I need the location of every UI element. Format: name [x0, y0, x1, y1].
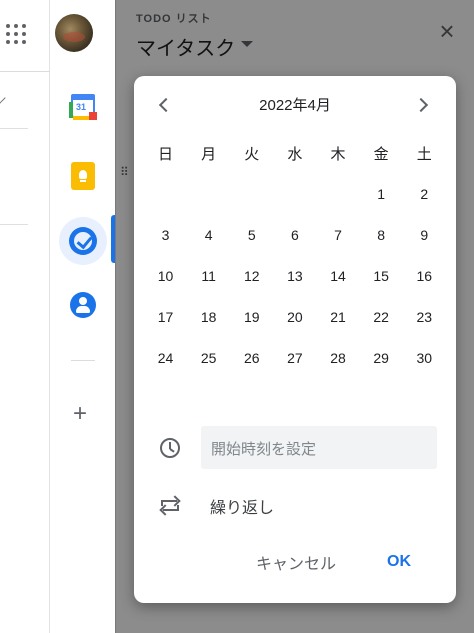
calendar-day[interactable]: 6 [273, 215, 316, 256]
weekday-header: 金 [373, 146, 389, 163]
calendar-day[interactable]: 26 [230, 338, 273, 379]
side-panel-rail: 31 + [51, 72, 115, 633]
header-divider [0, 71, 50, 72]
clock-icon [160, 438, 180, 458]
calendar-day[interactable]: 30 [403, 338, 446, 379]
add-icon[interactable]: + [73, 402, 87, 426]
calendar-day[interactable]: 28 [317, 338, 360, 379]
calendar-day[interactable]: 13 [273, 256, 316, 297]
chevron-down-icon[interactable] [0, 92, 6, 104]
calendar-day[interactable]: 2 [403, 174, 446, 215]
repeat-icon [161, 498, 179, 514]
empty-day-cell [230, 174, 273, 215]
weekday-header: 日 [158, 146, 174, 163]
weekday-header: 土 [416, 146, 432, 163]
calendar-day[interactable]: 22 [360, 297, 403, 338]
rail-divider [71, 360, 95, 361]
calendar-day[interactable]: 25 [187, 338, 230, 379]
calendar-day[interactable]: 10 [144, 256, 187, 297]
empty-day-cell [273, 174, 316, 215]
cancel-button[interactable]: キャンセル [246, 548, 346, 576]
chevron-right-icon[interactable] [414, 96, 432, 114]
tasks-icon [69, 227, 97, 255]
empty-day-cell [144, 174, 187, 215]
tasks-button[interactable] [59, 217, 107, 265]
calendar-day[interactable]: 7 [317, 215, 360, 256]
calendar-day[interactable]: 19 [230, 297, 273, 338]
main-area-edge [0, 0, 50, 633]
calendar-icon[interactable]: 31 [69, 92, 97, 120]
calendar-day[interactable]: 20 [273, 297, 316, 338]
calendar-day[interactable]: 12 [230, 256, 273, 297]
start-time-row: 開始時刻を設定 [156, 426, 438, 469]
calendar-day[interactable]: 4 [187, 215, 230, 256]
calendar-day[interactable]: 3 [144, 215, 187, 256]
repeat-row[interactable]: 繰り返し [156, 490, 438, 520]
repeat-label: 繰り返し [210, 500, 275, 517]
calendar-day[interactable]: 15 [360, 256, 403, 297]
calendar-day[interactable]: 29 [360, 338, 403, 379]
calendar-day[interactable]: 8 [360, 215, 403, 256]
month-label: 2022年4月 [259, 97, 331, 114]
weekday-header: 火 [244, 146, 260, 163]
row-divider [0, 224, 28, 225]
calendar-day[interactable]: 1 [360, 174, 403, 215]
calendar-day[interactable]: 23 [403, 297, 446, 338]
empty-day-cell [317, 174, 360, 215]
apps-grid-icon[interactable] [6, 24, 26, 44]
calendar-day[interactable]: 24 [144, 338, 187, 379]
calendar-day[interactable]: 27 [273, 338, 316, 379]
calendar-day[interactable]: 11 [187, 256, 230, 297]
keep-icon[interactable] [71, 162, 95, 190]
weekday-header: 水 [287, 146, 303, 163]
weekday-header: 月 [201, 146, 217, 163]
calendar-day[interactable]: 21 [317, 297, 360, 338]
calendar-day[interactable]: 9 [403, 215, 446, 256]
calendar-day[interactable]: 16 [403, 256, 446, 297]
row-divider [0, 128, 28, 129]
weekday-header: 木 [330, 146, 346, 163]
calendar-day[interactable]: 17 [144, 297, 187, 338]
calendar-day[interactable]: 18 [187, 297, 230, 338]
empty-day-cell [187, 174, 230, 215]
date-picker-dialog: 2022年4月 日月火水木金土 1 2 3 4 5 6 7 8 9 10 11 12 13 14 15 16 17… [134, 76, 456, 603]
calendar-day[interactable]: 14 [317, 256, 360, 297]
avatar[interactable] [55, 14, 93, 52]
start-time-input[interactable]: 開始時刻を設定 [201, 426, 437, 469]
calendar-icon-day: 31 [76, 102, 87, 112]
contacts-icon[interactable] [70, 292, 96, 318]
calendar-day[interactable]: 5 [230, 215, 273, 256]
ok-button[interactable]: OK [374, 548, 424, 576]
calendar-grid: 日月火水木金土 1 2 3 4 5 6 7 8 9 10 11 12 13 14 15 16 17 18 19 20 21… [144, 136, 446, 379]
